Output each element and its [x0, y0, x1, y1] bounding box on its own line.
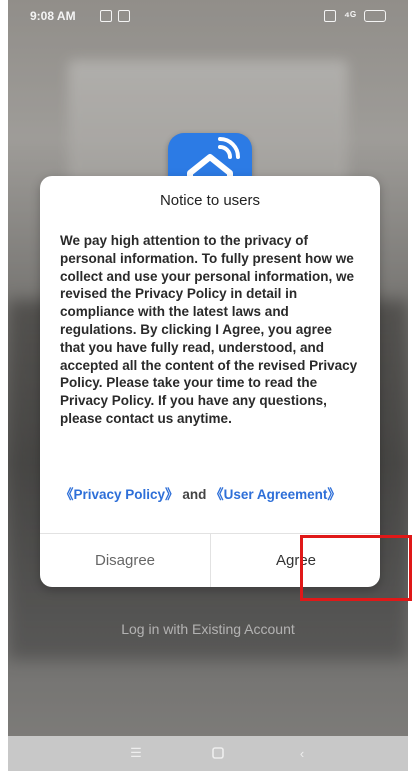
- dialog-body-text: We pay high attention to the privacy of …: [60, 233, 358, 426]
- policy-links: 《Privacy Policy》 and 《User Agreement》: [60, 486, 358, 503]
- status-time: 9:08 AM: [30, 9, 76, 23]
- alarm-icon: [324, 10, 337, 22]
- status-notification-icons: [100, 10, 130, 22]
- notification-icon: [118, 10, 130, 22]
- login-existing-account-link[interactable]: Log in with Existing Account: [8, 621, 408, 637]
- privacy-notice-dialog: Notice to users We pay high attention to…: [40, 176, 380, 587]
- status-right: ⁴ᴳ: [324, 9, 386, 23]
- highlight-box: [300, 535, 412, 601]
- status-bar: 9:08 AM ⁴ᴳ: [8, 0, 408, 34]
- back-icon[interactable]: ‹: [292, 743, 312, 763]
- system-nav-bar: ☰ ‹: [8, 736, 408, 771]
- notification-icon: [100, 10, 112, 22]
- and-text: and: [182, 487, 207, 502]
- disagree-button[interactable]: Disagree: [40, 534, 210, 587]
- home-icon[interactable]: [208, 743, 228, 763]
- dialog-title: Notice to users: [159, 192, 261, 209]
- user-agreement-link[interactable]: 《User Agreement》: [210, 487, 341, 502]
- menu-icon[interactable]: ☰: [126, 743, 146, 763]
- signal-icon: ⁴ᴳ: [344, 9, 356, 23]
- battery-icon: [364, 10, 386, 22]
- privacy-policy-link[interactable]: 《Privacy Policy》: [60, 487, 179, 502]
